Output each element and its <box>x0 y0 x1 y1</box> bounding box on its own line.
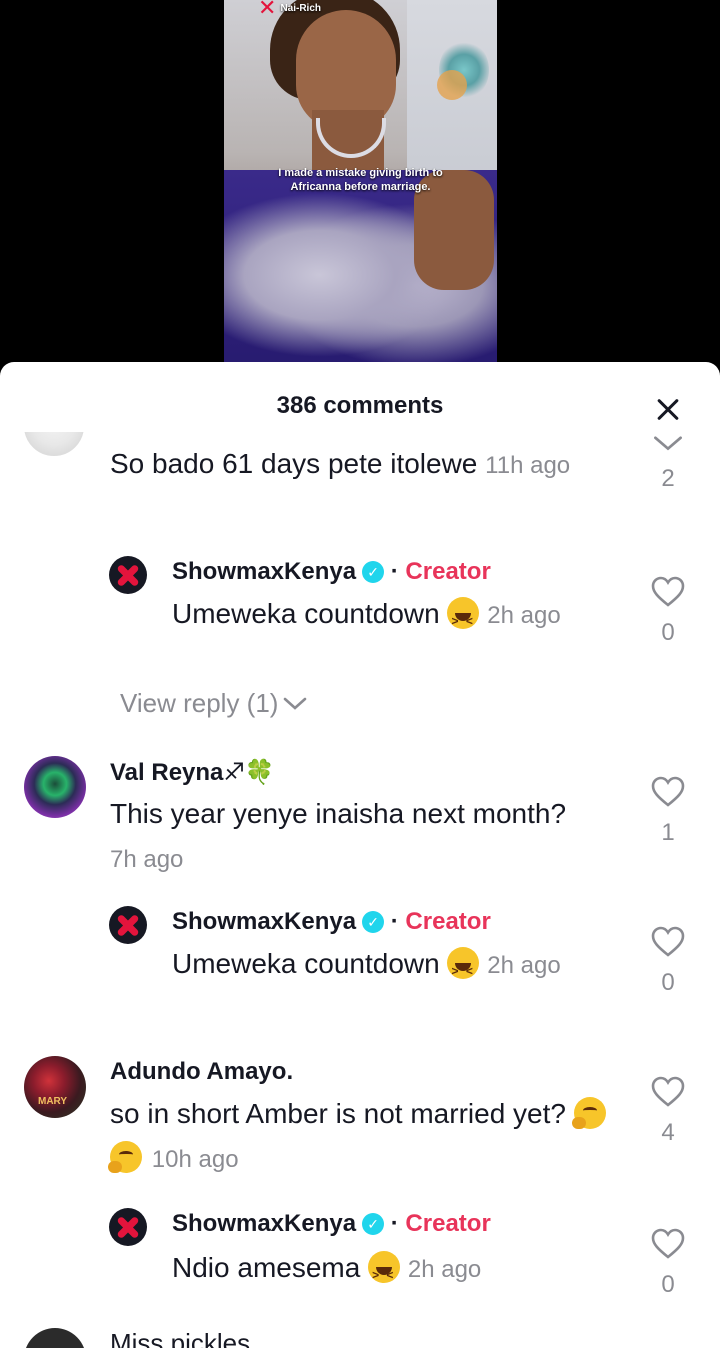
like-count: 0 <box>661 619 675 646</box>
heart-icon <box>654 436 682 451</box>
video-player[interactable]: ✕ Nai-Rich I made a mistake giving birth… <box>224 0 497 380</box>
comment-time: 2h ago <box>487 952 561 979</box>
like-count: 4 <box>661 1119 675 1146</box>
comments-sheet: 386 comments So bado 61 days pete itolew… <box>0 362 720 1348</box>
comment-time: 2h ago <box>487 602 561 629</box>
brand-x-icon: ✕ <box>258 0 277 20</box>
comment-author[interactable]: ShowmaxKenya ✓ · Creator <box>172 558 491 586</box>
laughing-emoji-icon <box>368 1251 401 1297</box>
like-count: 1 <box>661 819 675 846</box>
comment-text: Ndio amesema <box>172 1252 361 1283</box>
showmax-logo-icon <box>117 564 139 586</box>
avatar[interactable] <box>24 432 84 456</box>
like-button[interactable]: 0 <box>648 1228 688 1299</box>
comment-body: This year yenye inaisha next month? 7h a… <box>110 792 640 882</box>
heart-icon <box>651 926 685 957</box>
comment-time: 2h ago <box>407 1256 482 1283</box>
avatar[interactable] <box>24 756 86 818</box>
avatar-text: MARY <box>38 1096 68 1107</box>
like-button[interactable]: 0 <box>648 926 688 997</box>
comment-author[interactable]: Miss pickles <box>110 1328 250 1348</box>
username[interactable]: ShowmaxKenya <box>172 558 356 585</box>
creator-badge: Creator <box>405 908 491 935</box>
comment-time: 10h ago <box>151 1146 239 1173</box>
video-caption: I made a mistake giving birth to African… <box>278 167 443 193</box>
like-count: 2 <box>661 465 675 492</box>
showmax-logo-icon <box>117 1216 139 1238</box>
username[interactable]: ShowmaxKenya <box>172 908 356 935</box>
avatar[interactable] <box>24 1328 86 1348</box>
heart-icon <box>651 1228 685 1259</box>
comment-author[interactable]: ShowmaxKenya ✓ · Creator <box>172 1210 491 1238</box>
comment-text: Umeweka countdown <box>172 948 440 979</box>
comments-list[interactable]: So bado 61 days pete itolewe 11h ago 2 S… <box>0 432 720 1348</box>
username[interactable]: ShowmaxKenya <box>172 1210 356 1237</box>
laughing-emoji-icon <box>447 597 480 643</box>
comment-text: so in short Amber is not married yet? <box>110 1098 566 1129</box>
comment-author[interactable]: ShowmaxKenya ✓ · Creator <box>172 908 491 936</box>
showmax-logo-icon <box>117 914 139 936</box>
verified-icon: ✓ <box>362 911 385 933</box>
view-reply-label: View reply (1) <box>120 688 279 718</box>
laughing-emoji-icon <box>447 947 480 993</box>
like-button[interactable]: 4 <box>648 1076 688 1147</box>
avatar[interactable] <box>109 1208 147 1246</box>
like-button[interactable]: 2 <box>648 436 688 493</box>
video-decor <box>437 70 467 100</box>
app-root: ✕ Nai-Rich I made a mistake giving birth… <box>0 0 720 1348</box>
chevron-down-icon <box>284 697 307 710</box>
comments-count-title: 386 comments <box>276 392 444 419</box>
heart-icon <box>651 776 685 807</box>
view-replies-button[interactable]: View reply (1) <box>120 688 308 719</box>
comment-body: so in short Amber is not married yet? 10… <box>108 1092 610 1182</box>
username[interactable]: Val Reyna <box>110 759 223 786</box>
creator-badge: Creator <box>405 558 491 585</box>
thinking-emoji-icon <box>571 1097 606 1129</box>
like-button[interactable]: 0 <box>648 576 688 647</box>
avatar[interactable]: MARY <box>24 1056 86 1118</box>
comment-time: 7h ago <box>110 846 184 873</box>
comment-text: So bado 61 days pete itolewe <box>110 448 478 479</box>
comment-text: Umeweka countdown <box>172 598 440 629</box>
comment-body: So bado 61 days pete itolewe 11h ago <box>110 442 590 488</box>
like-count: 0 <box>661 1271 675 1298</box>
like-button[interactable]: 1 <box>648 776 688 847</box>
brand-name: Nai-Rich <box>280 2 321 14</box>
username-emoji: ♐🍀 <box>223 759 275 786</box>
creator-badge: Creator <box>405 1210 491 1237</box>
like-count: 0 <box>661 969 675 996</box>
brand-watermark: ✕ Nai-Rich <box>258 0 321 20</box>
heart-icon <box>651 576 685 607</box>
thinking-emoji-icon <box>108 1141 142 1173</box>
verified-icon: ✓ <box>362 1213 385 1235</box>
comment-body: Ndio amesema 2h ago <box>172 1246 612 1297</box>
verified-icon: ✓ <box>362 561 385 583</box>
heart-icon <box>651 1076 685 1107</box>
close-icon[interactable] <box>650 392 686 428</box>
comment-body: Umeweka countdown 2h ago <box>172 942 612 993</box>
comment-author[interactable]: Adundo Amayo. <box>110 1058 293 1086</box>
comment-time: 11h ago <box>485 452 571 479</box>
comment-author[interactable]: Val Reyna♐🍀 <box>110 758 275 787</box>
comment-body: Umeweka countdown 2h ago <box>172 592 612 643</box>
avatar[interactable] <box>109 906 147 944</box>
comment-text: This year yenye inaisha next month? <box>110 798 567 829</box>
avatar[interactable] <box>109 556 147 594</box>
